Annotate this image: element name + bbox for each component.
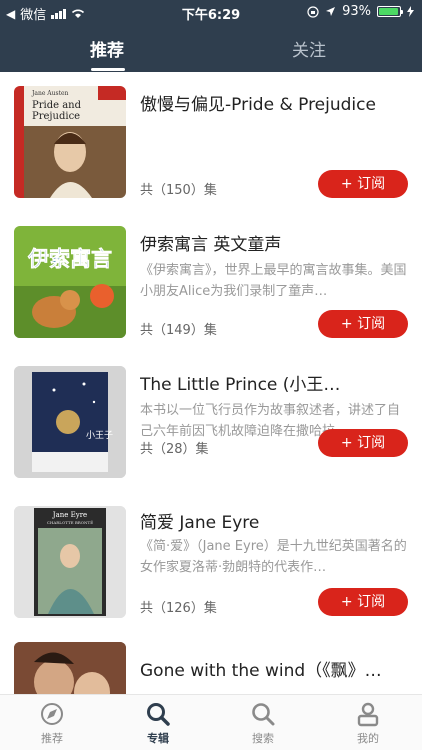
episode-count: 共（126）集	[140, 601, 217, 616]
nav-mine-label: 我的	[357, 732, 379, 745]
subscribe-button[interactable]: + 订阅	[318, 170, 408, 198]
album-title[interactable]: 伊索寓言 英文童声	[140, 230, 410, 255]
bottom-tab-bar: 推荐 专辑 搜索 我的	[0, 694, 422, 750]
cover-aesop-fables: 伊索寓言	[14, 226, 126, 338]
tab-recommend[interactable]: 推荐	[90, 36, 124, 61]
episode-count: 共（150）集	[140, 183, 217, 198]
battery-icon	[377, 6, 403, 17]
compass-icon	[41, 703, 63, 725]
status-right: 93%	[307, 4, 414, 19]
active-tab-indicator	[91, 68, 125, 71]
album-cover[interactable]: Jane Austen Pride and Prejudice	[14, 86, 126, 198]
battery-percent: 93%	[342, 4, 371, 19]
album-cover[interactable]: Jane Eyre CHARLOTTE BRONTË	[14, 506, 126, 618]
search-icon	[147, 703, 170, 726]
subscribe-button[interactable]: + 订阅	[318, 429, 408, 457]
album-description: 《伊索寓言》，世界上最早的寓言故事集。美国小朋友Alice为我们录制了童声…	[140, 263, 407, 299]
lock-rotation-icon	[307, 5, 319, 18]
nav-mine[interactable]: 我的	[338, 701, 398, 746]
subscribe-button[interactable]: + 订阅	[318, 588, 408, 616]
search-icon	[252, 703, 275, 726]
status-bar: ◀ 微信 下午6:29 93%	[0, 0, 422, 24]
cover-author: Jane Austen	[31, 90, 69, 97]
nav-albums[interactable]: 专辑	[128, 701, 188, 746]
album-title[interactable]: 傲慢与偏见-Pride & Prejudice	[140, 90, 410, 115]
list-item[interactable]: Gone with the wind（《飘》…	[0, 632, 422, 694]
charging-icon	[407, 6, 414, 17]
episode-count: 共（149）集	[140, 323, 217, 338]
location-icon	[326, 7, 336, 16]
cover-title: Jane Eyre	[52, 511, 87, 519]
list-item[interactable]: 伊索寓言 伊索寓言 英文童声 《伊索寓言》，世界上最早的寓言故事集。美国小朋友A…	[0, 212, 422, 352]
album-title[interactable]: The Little Prince (小王…	[140, 370, 410, 395]
nav-search[interactable]: 搜索	[233, 701, 293, 746]
album-title[interactable]: Gone with the wind（《飘》…	[140, 656, 410, 681]
user-icon	[357, 702, 379, 727]
subscribe-button[interactable]: + 订阅	[318, 310, 408, 338]
cover-title: 小王子	[86, 430, 113, 441]
tab-bar: 推荐 关注	[0, 24, 422, 72]
tab-follow[interactable]: 关注	[292, 36, 326, 61]
cover-jane-eyre: Jane Eyre CHARLOTTE BRONTË	[14, 506, 126, 618]
nav-albums-label: 专辑	[147, 732, 169, 745]
cover-gone-with-the-wind	[14, 642, 126, 694]
cover-title-line1: Pride and	[32, 100, 82, 111]
top-header: ◀ 微信 下午6:29 93% 推荐 关注	[0, 0, 422, 72]
cover-little-prince: 小王子	[14, 366, 126, 478]
album-cover[interactable]	[14, 642, 126, 694]
album-title[interactable]: 简爱 Jane Eyre	[140, 508, 410, 533]
cover-title-line2: Prejudice	[32, 111, 80, 122]
album-cover[interactable]: 伊索寓言	[14, 226, 126, 338]
list-item[interactable]: Jane Eyre CHARLOTTE BRONTË 简爱 Jane Eyre …	[0, 492, 422, 632]
nav-recommend-label: 推荐	[41, 732, 63, 745]
cover-pride-and-prejudice: Jane Austen Pride and Prejudice	[14, 86, 126, 198]
album-list: Jane Austen Pride and Prejudice 傲慢与偏见-Pr…	[0, 72, 422, 694]
cover-title: 伊索寓言	[27, 247, 112, 271]
nav-recommend[interactable]: 推荐	[22, 701, 82, 746]
cover-author: CHARLOTTE BRONTË	[47, 520, 93, 525]
list-item[interactable]: Jane Austen Pride and Prejudice 傲慢与偏见-Pr…	[0, 72, 422, 212]
episode-count: 共（28）集	[140, 442, 209, 457]
nav-search-label: 搜索	[252, 732, 274, 745]
list-item[interactable]: 小王子 The Little Prince (小王… 本书以一位飞行员作为故事叙…	[0, 352, 422, 492]
album-description: 《简·爱》（Jane Eyre）是十九世纪英国著名的女作家夏洛蒂·勃朗特的代表作…	[140, 539, 407, 575]
album-cover[interactable]: 小王子	[14, 366, 126, 478]
